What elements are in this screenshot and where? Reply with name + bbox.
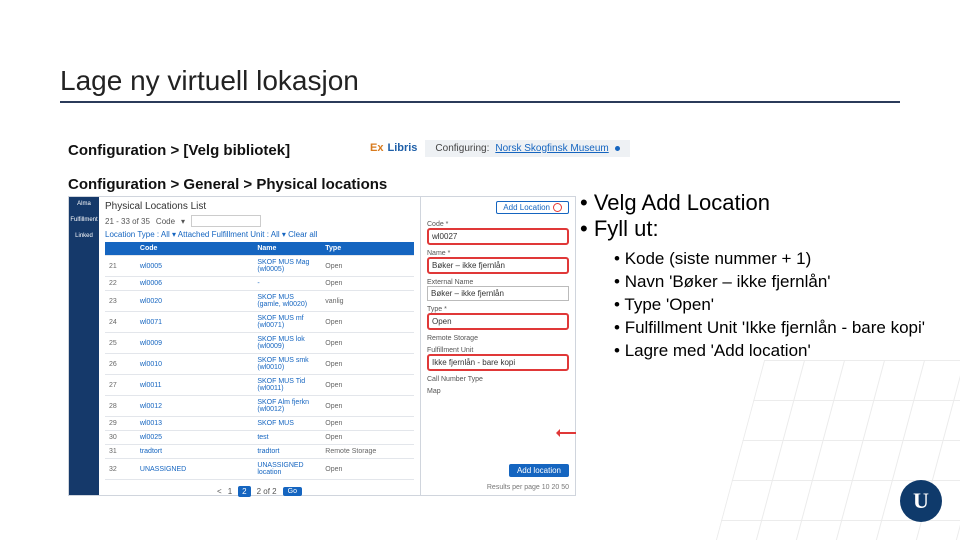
name-field[interactable]: Bøker – ikke fjernlån bbox=[427, 257, 569, 274]
list-title: Physical Locations List bbox=[105, 201, 414, 212]
search-input[interactable] bbox=[191, 215, 261, 227]
breadcrumb-1: Configuration > [Velg bibliotek] bbox=[68, 142, 290, 159]
callout-arrow-icon bbox=[558, 432, 576, 434]
external-name-field[interactable]: Bøker – ikke fjernlån bbox=[427, 286, 569, 301]
pager-go[interactable]: Go bbox=[283, 487, 302, 496]
instruction-sub-3: Type 'Open' bbox=[614, 294, 940, 317]
code-sort[interactable]: Code bbox=[156, 217, 175, 226]
sidebar-item-fulfillment[interactable]: Fulfillment bbox=[70, 217, 97, 223]
table-row[interactable]: 31tradtorttradtortRemote Storage bbox=[105, 445, 414, 459]
table-row[interactable]: 24wl0071SKOF MUS mf (wl0071)Open bbox=[105, 312, 414, 333]
result-counter: 21 - 33 of 35 bbox=[105, 217, 150, 226]
pager-p2[interactable]: 2 bbox=[238, 486, 250, 497]
instructions: Velg Add Location Fyll ut: Kode (siste n… bbox=[580, 190, 940, 363]
add-location-button[interactable]: Add Location bbox=[496, 201, 569, 214]
external-name-label: External Name bbox=[427, 279, 569, 286]
table-row[interactable]: 22wl0006-Open bbox=[105, 277, 414, 291]
table-row[interactable]: 27wl0011SKOF MUS Tid (wl0011)Open bbox=[105, 375, 414, 396]
app-screenshot: Alma Fulfillment Linked Physical Locatio… bbox=[68, 196, 576, 496]
pager-p1[interactable]: 1 bbox=[228, 487, 232, 496]
filter-line[interactable]: Location Type : All ▾ Attached Fulfillme… bbox=[105, 230, 414, 239]
add-location-panel: Add Location Code * wl0027 Name * Bøker … bbox=[420, 197, 575, 495]
pager-of: 2 of 2 bbox=[257, 487, 277, 496]
instruction-sub-2: Navn 'Bøker – ikke fjernlån' bbox=[614, 271, 940, 294]
col-name[interactable]: Name bbox=[253, 242, 321, 256]
configuring-value[interactable]: Norsk Skogfinsk Museum bbox=[495, 143, 608, 154]
code-field[interactable]: wl0027 bbox=[427, 228, 569, 245]
instruction-2: Fyll ut: bbox=[580, 216, 940, 242]
col-code[interactable]: Code bbox=[136, 242, 253, 256]
list-area: Physical Locations List 21 - 33 of 35 Co… bbox=[99, 197, 420, 495]
configuring-badge: Ex Libris Configuring: Norsk Skogfinsk M… bbox=[370, 135, 630, 161]
results-per-page[interactable]: Results per page 10 20 50 bbox=[427, 484, 569, 491]
table-row[interactable]: 23wl0020SKOF MUS (gamle, wl0020)vanlig bbox=[105, 291, 414, 312]
col-type[interactable]: Type bbox=[321, 242, 414, 256]
slide-title: Lage ny virtuell lokasjon bbox=[60, 65, 900, 103]
sidebar-item-linked[interactable]: Linked bbox=[75, 233, 93, 239]
fulfillment-unit-label: Fulfillment Unit bbox=[427, 347, 569, 354]
pager-prev[interactable]: < bbox=[217, 487, 222, 496]
list-toolbar: 21 - 33 of 35 Code ▾ bbox=[105, 215, 414, 227]
breadcrumb-2: Configuration > General > Physical locat… bbox=[68, 176, 387, 193]
type-field[interactable]: Open bbox=[427, 313, 569, 330]
call-number-label: Call Number Type bbox=[427, 376, 569, 383]
instruction-sub-4: Fulfillment Unit 'Ikke fjernlån - bare k… bbox=[614, 317, 940, 340]
table-row[interactable]: 30wl0025testOpen bbox=[105, 431, 414, 445]
table-row[interactable]: 25wl0009SKOF MUS lok (wl0009)Open bbox=[105, 333, 414, 354]
table-row[interactable]: 21wl0005SKOF MUS Mag (wl0005)Open bbox=[105, 256, 414, 277]
save-add-location-button[interactable]: Add location bbox=[509, 464, 569, 477]
dropdown-indicator-icon[interactable] bbox=[615, 146, 620, 151]
type-label: Type * bbox=[427, 306, 569, 313]
brand-logo-part1: Ex bbox=[370, 142, 383, 154]
fulfillment-unit-field[interactable]: Ikke fjernlån - bare kopi bbox=[427, 354, 569, 371]
map-label: Map bbox=[427, 388, 569, 395]
instruction-sub-1: Kode (siste nummer + 1) bbox=[614, 248, 940, 271]
instruction-1: Velg Add Location bbox=[580, 190, 940, 216]
brand-logo-part2: Libris bbox=[387, 142, 417, 154]
table-row[interactable]: 32UNASSIGNEDUNASSIGNED locationOpen bbox=[105, 459, 414, 480]
configuring-label: Configuring: bbox=[435, 143, 489, 154]
name-label: Name * bbox=[427, 250, 569, 257]
corporate-logo: U bbox=[900, 480, 942, 522]
pager: < 1 2 2 of 2 Go bbox=[105, 486, 414, 497]
locations-table: Code Name Type 21wl0005SKOF MUS Mag (wl0… bbox=[105, 242, 414, 480]
table-row[interactable]: 29wl0013SKOF MUSOpen bbox=[105, 417, 414, 431]
table-row[interactable]: 28wl0012SKOF Alm fjerkn (wl0012)Open bbox=[105, 396, 414, 417]
instruction-sub-5: Lagre med 'Add location' bbox=[614, 340, 940, 363]
sidebar: Alma Fulfillment Linked bbox=[69, 197, 99, 495]
sidebar-item-alma[interactable]: Alma bbox=[77, 201, 91, 207]
code-label: Code * bbox=[427, 221, 569, 228]
highlight-circle-icon bbox=[553, 203, 562, 212]
table-row[interactable]: 26wl0010SKOF MUS smk (wl0010)Open bbox=[105, 354, 414, 375]
remote-storage-label: Remote Storage bbox=[427, 335, 569, 342]
